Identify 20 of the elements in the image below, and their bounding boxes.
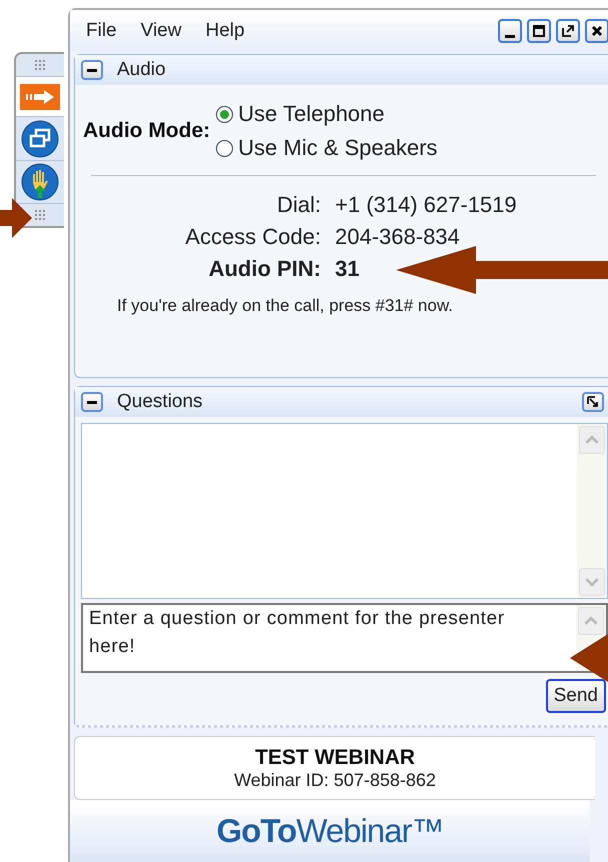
note-text: If you're already on the call, press #31# now.	[117, 296, 454, 316]
detail-label: Access Code:	[184, 224, 321, 250]
menu-item[interactable]: File	[86, 20, 117, 42]
question-field[interactable]: Enter a question or comment for the presenter here!	[81, 603, 608, 673]
panel-title: Questions	[117, 391, 203, 413]
logo: GoToWebinar™	[70, 800, 590, 862]
panel-title: Audio	[117, 59, 166, 81]
detail-value: 31	[335, 256, 360, 282]
webinar-id: Webinar ID: 507-858-862	[234, 770, 436, 790]
radio-option[interactable]: Use Mic & Speakers	[216, 135, 438, 161]
detail-value: 204-368-834	[335, 224, 460, 250]
detail-label: Audio PIN:	[208, 256, 321, 282]
menu-item[interactable]: Help	[205, 20, 245, 42]
webinar-title: TEST WEBINAR	[255, 746, 415, 770]
radio-option[interactable]: Use Telephone	[216, 101, 438, 127]
detail-label: Dial:	[276, 192, 321, 218]
detail-value: +1 (314) 627-1519	[335, 192, 517, 218]
audio-mode-label: Audio Mode:	[83, 119, 210, 143]
menu-item[interactable]: View	[140, 20, 182, 42]
send-button[interactable]: Send	[546, 679, 606, 713]
